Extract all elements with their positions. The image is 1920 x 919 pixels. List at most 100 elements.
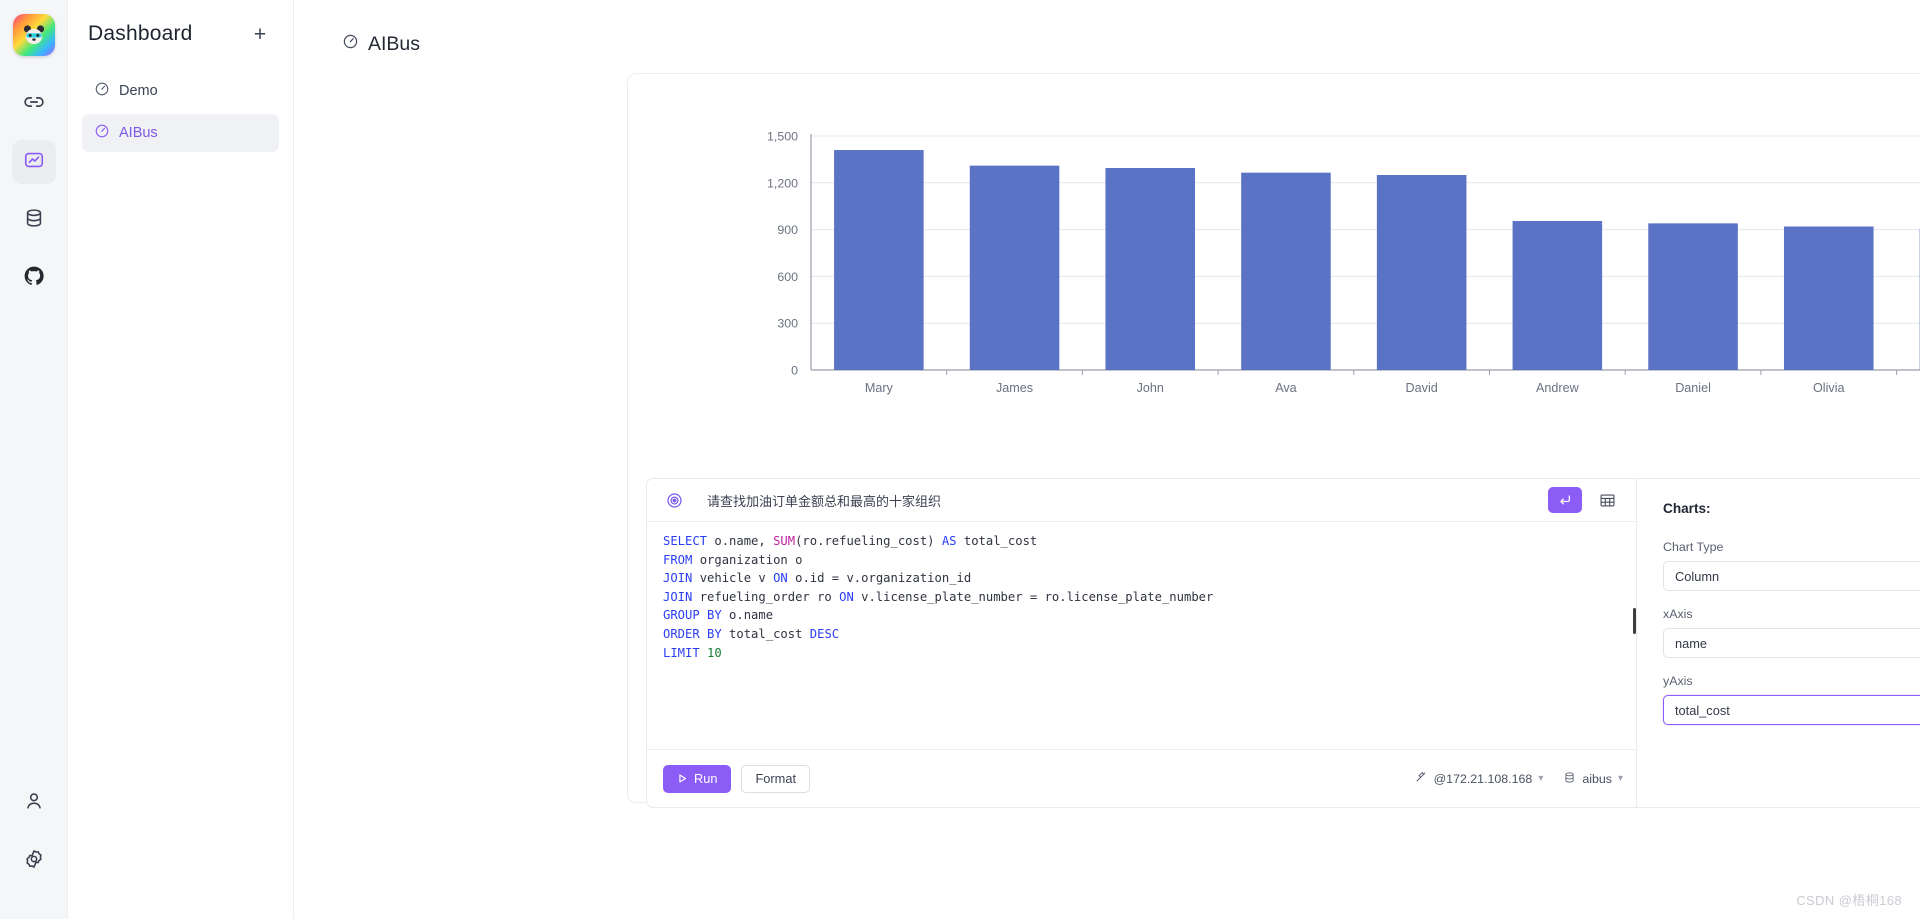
rail-item-github[interactable]: [12, 256, 56, 300]
sql-line: GROUP BY o.name: [663, 608, 774, 623]
x-axis-tick-label: David: [1406, 381, 1438, 395]
bar[interactable]: [1241, 172, 1331, 370]
database-icon: [23, 207, 45, 234]
sql-line: JOIN vehicle v ON o.id = v.organization_…: [663, 571, 972, 586]
chevron-down-icon: ▾: [1538, 773, 1544, 784]
sidebar-item-label: Demo: [119, 83, 158, 99]
nl-prompt-row: 请查找加油订单金额总和最高的十家组织: [647, 479, 1636, 522]
dashboard-sidebar: Dashboard + Demo AIBus: [68, 0, 294, 919]
y-axis-select[interactable]: total_cost ▾: [1663, 695, 1920, 725]
x-axis-tick-label: Andrew: [1536, 381, 1580, 395]
y-axis-tick-label: 0: [791, 364, 798, 378]
field-chart-type: Chart Type Column ▾: [1663, 540, 1920, 591]
gauge-icon: [94, 81, 110, 101]
table-icon[interactable]: [1596, 489, 1618, 511]
host-selector[interactable]: @172.21.108.168 ▾: [1414, 770, 1544, 787]
page-title: AIBus: [368, 32, 421, 55]
y-axis-tick-label: 1,500: [767, 130, 798, 144]
bar[interactable]: [1376, 175, 1467, 370]
sql-line: LIMIT 10: [663, 645, 722, 660]
bar[interactable]: [834, 150, 924, 370]
sidebar-item-aibus[interactable]: AIBus: [82, 114, 279, 152]
chart-type-value: Column: [1675, 568, 1720, 584]
bar[interactable]: [1512, 221, 1603, 370]
y-axis-value: total_cost: [1675, 702, 1730, 718]
editor-toolbar: Run Format @172.21.108.168 ▾ aibus ▾: [647, 749, 1637, 807]
settings-icon: [23, 848, 45, 875]
app-logo: [12, 14, 55, 56]
chevron-down-icon: ▾: [1617, 773, 1623, 784]
sidebar-list: Demo AIBus: [82, 72, 279, 152]
github-icon: [23, 265, 45, 292]
page-header: AIBus: [294, 0, 1920, 62]
y-axis-tick-label: 300: [777, 317, 798, 331]
plug-icon: [1414, 770, 1428, 787]
rail-item-settings[interactable]: [12, 839, 56, 883]
y-axis-label: yAxis: [1663, 674, 1693, 688]
bar[interactable]: [1783, 226, 1874, 370]
watermark: CSDN @梧桐168: [1796, 893, 1902, 908]
rail-item-link[interactable]: [12, 82, 56, 126]
database-selector[interactable]: aibus ▾: [1563, 771, 1623, 787]
format-button[interactable]: Format: [741, 764, 811, 793]
database-value: aibus: [1582, 771, 1612, 786]
x-axis-tick-label: John: [1137, 381, 1164, 395]
x-axis-select[interactable]: name ▾: [1663, 628, 1920, 658]
dashboard-card: 0 300 600 900 1,200 1,500 Mary James John Ava Davi…: [627, 73, 1920, 808]
icon-rail: [0, 0, 68, 919]
active-line-highlight: [647, 662, 1636, 681]
sidebar-item-demo[interactable]: Demo: [82, 72, 279, 110]
x-axis-tick-label: Mary: [865, 381, 894, 395]
query-editor-panel: 请查找加油订单金额总和最高的十家组织 SELECT o.name, SUM(ro…: [646, 478, 1920, 808]
sql-line: SELECT o.name, SUM(ro.refueling_cost) AS…: [663, 534, 1038, 548]
bar[interactable]: [1648, 223, 1738, 370]
sidebar-header: Dashboard +: [82, 6, 279, 62]
link-icon: [23, 91, 45, 118]
y-axis-tick-label: 900: [777, 223, 798, 237]
gauge-icon: [342, 33, 359, 55]
rail-item-database[interactable]: [12, 198, 56, 242]
database-icon: [1563, 771, 1576, 787]
rail-bottom-group: [12, 781, 56, 919]
x-axis-tick-label: James: [996, 381, 1033, 395]
sql-line: ORDER BY total_cost DESC: [663, 626, 840, 641]
run-label: Run: [694, 771, 718, 786]
x-axis-label: xAxis: [1663, 607, 1693, 621]
field-x-axis: xAxis name ▾: [1663, 607, 1920, 658]
target-icon: [663, 492, 685, 509]
run-button[interactable]: Run: [663, 764, 732, 793]
app-root: Dashboard + Demo AIBus AIBus 0 300 600 9…: [0, 0, 1920, 919]
x-axis-tick-label: Olivia: [1813, 381, 1845, 395]
x-axis-tick-label: Daniel: [1675, 381, 1711, 395]
gauge-icon: [94, 123, 110, 143]
nl-prompt-text: 请查找加油订单金额总和最高的十家组织: [707, 493, 942, 509]
sidebar-item-label: AIBus: [119, 125, 158, 141]
bar-chart-svg: 0 300 600 900 1,200 1,500 Mary James John Ava Davi…: [767, 130, 1920, 395]
bar[interactable]: [969, 165, 1060, 370]
sql-code[interactable]: SELECT o.name, SUM(ro.refueling_cost) AS…: [647, 522, 1636, 737]
field-y-axis: yAxis total_cost ▾: [1663, 674, 1920, 725]
sql-line: FROM organization o: [663, 552, 803, 567]
chart-type-label: Chart Type: [1663, 540, 1724, 554]
chart-type-select[interactable]: Column ▾: [1663, 561, 1920, 591]
main-area: AIBus 0 300 600 900 1,200 1,500 Mary James John A…: [294, 0, 1920, 919]
host-value: @172.21.108.168: [1433, 771, 1533, 786]
bar-chart: 0 300 600 900 1,200 1,500 Mary James John Ava Davi…: [628, 120, 1920, 440]
y-axis-tick-label: 600: [777, 270, 798, 284]
rail-item-account[interactable]: [12, 781, 56, 825]
charts-panel-title: Charts:: [1663, 501, 1711, 516]
code-scrollbar[interactable]: [1633, 608, 1636, 634]
x-axis-value: name: [1675, 635, 1708, 651]
add-dashboard-button[interactable]: +: [247, 21, 273, 47]
charts-config-panel: Charts: Chart Type Column ▾ xAxis name ▾: [1637, 479, 1920, 807]
sql-line: JOIN refueling_order ro ON v.license_pla…: [663, 589, 1214, 604]
rail-item-dashboard[interactable]: [11, 140, 56, 184]
sidebar-title: Dashboard: [88, 22, 193, 45]
submit-prompt-button[interactable]: [1548, 487, 1582, 513]
sql-editor: 请查找加油订单金额总和最高的十家组织 SELECT o.name, SUM(ro…: [647, 479, 1637, 807]
user-icon: [23, 790, 45, 817]
y-axis-tick-label: 1,200: [767, 176, 798, 190]
bar[interactable]: [1105, 167, 1196, 370]
chart-icon: [23, 149, 45, 176]
connection-info: @172.21.108.168 ▾ aibus ▾: [1414, 770, 1623, 787]
